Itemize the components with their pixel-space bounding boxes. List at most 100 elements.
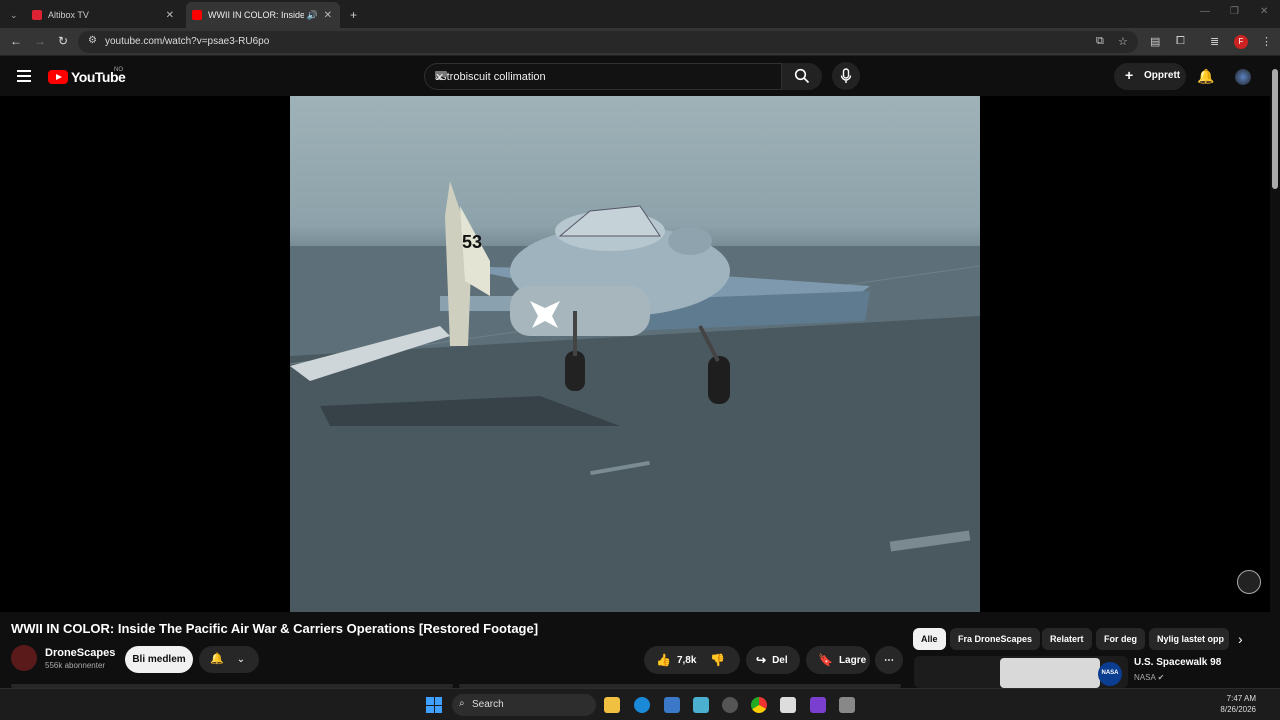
windows-taskbar: ⌕ Search 7:47 AM 8/26/2026 [0,688,1280,720]
bookmark-icon: 🔖 [818,653,833,667]
join-button[interactable]: Bli medlem [125,646,193,673]
share-button[interactable]: ↪ Del [746,646,800,674]
profile-avatar-icon[interactable]: F [1234,35,1248,49]
youtube-header: YouTube NO astrobiscuit collimation ✕ + … [0,57,1280,96]
settings-gear-icon[interactable] [722,697,738,713]
back-icon[interactable]: ← [10,34,22,48]
tab-altibox[interactable]: Altibox TV ✕ [26,2,182,28]
aircraft-carrier-footage: 53 [290,181,980,612]
restore-icon[interactable]: ❐ [1230,6,1239,17]
chrome-icon[interactable] [751,697,767,713]
media-control-icon[interactable]: ≣ [1210,35,1219,48]
recommendation-title[interactable]: U.S. Spacewalk 98 [1134,657,1221,668]
windows-start-icon[interactable] [426,697,442,713]
chip-recently-uploaded[interactable]: Nylig lastet opp [1149,628,1229,650]
verified-badge-icon: ✔ [1157,673,1165,682]
recommendation-thumbnail[interactable]: NASA [914,656,1128,688]
subscription-notification-button[interactable]: 🔔 ⌄ [199,646,259,673]
site-info-icon[interactable]: ⚙ [88,35,97,46]
close-tab-icon[interactable]: ✕ [166,10,174,21]
more-actions-button[interactable]: ⋯ [875,646,903,674]
audio-playing-icon[interactable]: 🔊 [307,10,318,21]
youtube-favicon-icon [192,10,202,20]
dislike-icon[interactable]: 👎 [710,653,725,667]
chip-for-you[interactable]: For deg [1096,628,1145,650]
channel-avatar[interactable] [11,645,37,671]
microphone-icon [840,68,852,83]
notifications-bell-icon[interactable]: 🔔 [1197,68,1214,85]
altibox-favicon-icon [32,10,42,20]
clock-time: 7:47 AM [1226,694,1256,703]
system-clock[interactable]: 7:47 AM 8/26/2026 [1220,693,1256,715]
channel-watermark-icon[interactable] [1237,570,1261,594]
video-title: WWII IN COLOR: Inside The Pacific Air Wa… [11,621,539,636]
chip-from-channel[interactable]: Fra DroneScapes [950,628,1041,650]
edge-browser-icon[interactable] [634,697,650,713]
new-tab-button[interactable]: + [344,2,363,28]
video-frame[interactable]: 53 [290,96,980,612]
youtube-logo-icon[interactable] [48,70,68,84]
minimize-icon[interactable]: — [1200,6,1210,17]
create-button[interactable]: + Opprett [1114,63,1186,90]
svg-text:53: 53 [462,232,482,252]
save-button[interactable]: 🔖 Lagre [806,646,870,674]
app-icon[interactable] [693,697,709,713]
clock-date: 8/26/2026 [1220,705,1256,714]
file-explorer-icon[interactable] [604,697,620,713]
store-icon[interactable] [664,697,680,713]
search-button[interactable] [782,63,822,90]
save-label: Lagre [838,654,867,666]
more-horizontal-icon: ⋯ [884,654,894,666]
create-label: Opprett [1144,70,1181,81]
search-icon: ⌕ [459,698,465,709]
chevron-right-icon[interactable]: › [1238,631,1243,647]
window-app-icon[interactable] [839,697,855,713]
search-input[interactable]: astrobiscuit collimation ✕ [424,63,782,90]
scrollbar-thumb[interactable] [1272,69,1278,189]
nasa-logo-icon: NASA [1098,662,1122,686]
chip-related[interactable]: Relatert [1042,628,1092,650]
bookmark-star-icon[interactable]: ☆ [1118,35,1128,48]
search-value: astrobiscuit collimation [435,71,546,83]
plus-icon: + [1125,67,1134,83]
bell-icon: 🔔 [210,653,224,665]
collections-icon[interactable]: ▤ [1150,35,1160,48]
account-avatar[interactable] [1235,69,1251,85]
like-dislike-group: 👍 7,8k 👎 [644,646,740,674]
recommendation-channel[interactable]: NASA ✔ [1134,673,1164,682]
forward-icon[interactable]: → [34,34,46,48]
extensions-icon[interactable]: ⧠ [1176,35,1185,48]
address-bar[interactable]: ⚙ youtube.com/watch?v=psae3-RU6po ⧉ ☆ [78,31,1138,53]
spacewalk-image [1000,658,1100,688]
browser-menu-icon[interactable]: ⋮ [1261,35,1272,48]
browser-toolbar: ← → ↻ ⚙ youtube.com/watch?v=psae3-RU6po … [0,28,1280,56]
tab-title: Altibox TV [48,10,89,20]
recommendation-channel-name: NASA [1134,673,1156,682]
close-tab-icon[interactable]: ✕ [324,10,332,21]
reload-icon[interactable]: ↻ [58,34,68,48]
video-player[interactable]: 53 [0,96,1270,612]
clear-search-icon[interactable]: ✕ [435,71,444,84]
stacked-app-icon[interactable] [810,697,826,713]
paint-icon[interactable] [780,697,796,713]
url-text: youtube.com/watch?v=psae3-RU6po [105,36,270,47]
like-icon[interactable]: 👍 [656,653,671,667]
share-icon: ↪ [756,653,767,667]
page-scrollbar[interactable] [1270,57,1280,690]
like-count[interactable]: 7,8k [677,655,696,666]
window-close-icon[interactable]: ✕ [1260,6,1268,17]
taskbar-search[interactable]: ⌕ Search [452,694,596,716]
share-label: Del [772,654,788,666]
region-code: NO [114,67,123,73]
tab-youtube[interactable]: WWII IN COLOR: Inside The 🔊 ✕ [186,2,340,28]
channel-name[interactable]: DroneScapes [45,647,115,659]
chip-all[interactable]: Alle [913,628,946,650]
voice-search-button[interactable] [832,62,860,90]
install-app-icon[interactable]: ⧉ [1096,35,1104,48]
browser-tab-bar: ⌄ Altibox TV ✕ WWII IN COLOR: Inside The… [0,0,1280,28]
tab-list-button[interactable]: ⌄ [4,2,24,28]
menu-icon[interactable] [17,70,31,82]
search-icon [794,68,810,84]
taskbar-search-label: Search [472,699,504,710]
tab-title: WWII IN COLOR: Inside The [208,10,304,20]
